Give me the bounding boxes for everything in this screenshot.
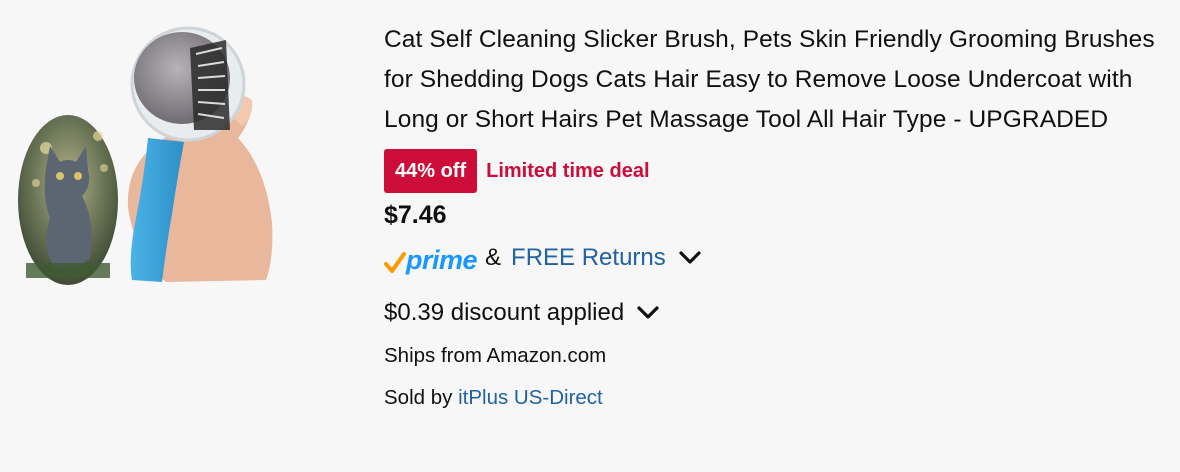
discount-row[interactable]: $0.39 discount applied bbox=[384, 295, 1174, 331]
product-card[interactable]: Cat Self Cleaning Slicker Brush, Pets Sk… bbox=[0, 0, 1180, 472]
deal-row: 44% off Limited time deal bbox=[384, 149, 1174, 193]
sold-by-row: Sold by itPlus US-Direct bbox=[384, 383, 1174, 413]
free-returns-link[interactable]: FREE Returns bbox=[511, 244, 666, 272]
discount-applied-text: $0.39 discount applied bbox=[384, 299, 625, 326]
brush-and-cat-image bbox=[18, 26, 273, 285]
product-details: Cat Self Cleaning Slicker Brush, Pets Sk… bbox=[384, 20, 1174, 413]
prime-wordmark: prime bbox=[406, 245, 478, 275]
sold-by-label: Sold by bbox=[384, 386, 453, 409]
product-image[interactable] bbox=[16, 18, 278, 286]
seller-link[interactable]: itPlus US-Direct bbox=[458, 386, 603, 409]
prime-logo: prime bbox=[384, 241, 478, 275]
deal-label: Limited time deal bbox=[486, 159, 650, 182]
discount-badge: 44% off bbox=[384, 149, 478, 193]
chevron-down-icon[interactable] bbox=[678, 250, 702, 266]
prime-row: prime & FREE Returns bbox=[384, 238, 1174, 278]
prime-check-icon bbox=[384, 252, 406, 273]
ampersand: & bbox=[485, 244, 502, 271]
chevron-down-icon[interactable] bbox=[636, 305, 660, 321]
price: $7.46 bbox=[384, 200, 447, 229]
product-title[interactable]: Cat Self Cleaning Slicker Brush, Pets Sk… bbox=[384, 20, 1174, 140]
ships-from: Ships from Amazon.com bbox=[384, 344, 607, 367]
